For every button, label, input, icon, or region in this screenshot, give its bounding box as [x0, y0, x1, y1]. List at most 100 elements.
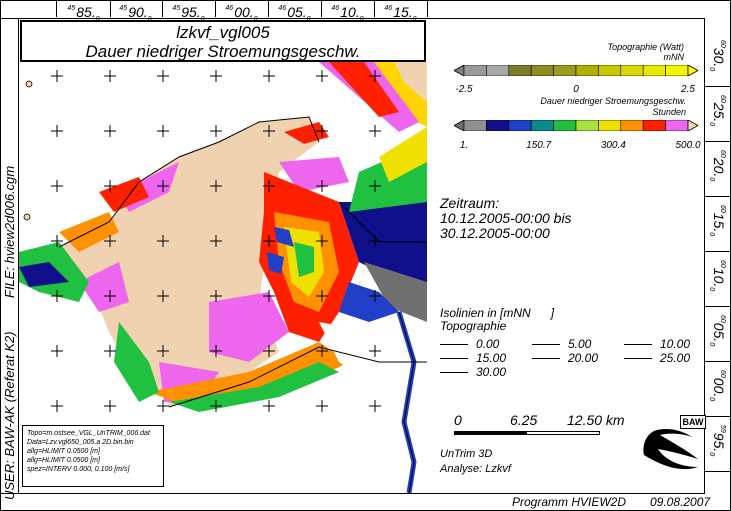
top-axis: 4585.04590.04595.04600.04605.04610.04615…: [56, 0, 431, 23]
isoline-entry: 0.00: [440, 337, 499, 351]
isoline-entry: 30.00: [440, 365, 506, 379]
isoline-entry: 10.00: [624, 337, 690, 351]
isoline-sample: [624, 358, 652, 360]
isoline-entry: 15.00: [440, 351, 506, 365]
isolines-heading: Isolinien in [mNN ]: [440, 306, 555, 320]
isoline-sample: [440, 372, 468, 374]
legend-swatch: [530, 64, 554, 77]
legend-swatch: [508, 64, 532, 77]
legend-tick-label: 150.7: [526, 140, 552, 151]
legend-swatch: [553, 119, 577, 132]
scale-tick-0: 0: [454, 412, 462, 428]
legend-arrow-left: [453, 119, 465, 132]
top-axis-label: 4610.0: [321, 0, 375, 23]
legend-swatch: [463, 119, 487, 132]
legend-swatch: [553, 64, 577, 77]
legend-duration-ticks: 1. 150.7 300.4 500.0: [454, 140, 701, 152]
legend-tick-label: 500.0: [675, 140, 701, 151]
legend-swatch: [486, 119, 510, 132]
footer-program: Programm HVIEW2D: [512, 495, 627, 509]
info-line: allg=HLIMIT 0.0500 [m]: [27, 457, 100, 464]
legend-swatch: [665, 64, 689, 77]
isoline-sample: [532, 358, 560, 360]
legend-topo-bar: [453, 63, 699, 77]
period-label: Zeitraum:: [440, 195, 500, 211]
legend-swatch: [575, 119, 599, 132]
legend-swatch: [642, 119, 666, 132]
baw-logo-text: BAW: [680, 415, 706, 429]
isoline-entry: 5.00: [532, 337, 591, 351]
legend-swatch: [598, 119, 622, 132]
right-axis-label: 6005.0: [708, 315, 727, 347]
info-line: spez=INTERV 0.000, 0.100 [m/s]: [27, 466, 130, 473]
legend-tick-label: 300.4: [600, 140, 626, 151]
user-label: USER: BAW-AK (Referat K2): [2, 331, 17, 500]
legend-tick-label: 0: [573, 84, 579, 95]
legend-swatch: [486, 64, 510, 77]
model-name: UnTrim 3D: [440, 448, 493, 460]
right-axis-label: 6025.0: [708, 95, 727, 127]
legend-tick-label: -2.5: [455, 84, 473, 95]
info-line: Data=Lzv.vgl650_005.a 2D.bin.bin: [27, 439, 134, 446]
legend-swatch: [575, 64, 599, 77]
right-axis-tick: [704, 86, 731, 87]
isoline-sample: [624, 344, 652, 346]
axis-line-bottom: [0, 493, 705, 494]
isoline-entry: 20.00: [532, 351, 598, 365]
right-axis-label: 5995.0: [708, 425, 727, 457]
info-line: Topo=m.ostsee_VGL_UnTRIM_006.dat: [27, 430, 150, 437]
legend-duration-unit: Stunden: [652, 107, 686, 117]
legend-swatch: [665, 119, 689, 132]
right-axis-label: 6015.0: [708, 205, 727, 237]
right-axis-label: 6020.0: [708, 150, 727, 182]
legend-arrow-left: [453, 64, 465, 77]
legend-arrow-right: [687, 119, 699, 132]
legend-swatch: [530, 119, 554, 132]
legend-duration-bar: [453, 118, 699, 132]
legend-tick-label: 2.5: [681, 84, 695, 95]
map-title: lzkvf_vgl005: [176, 23, 270, 42]
right-axis-tick: [704, 196, 731, 197]
right-axis-tick: [704, 416, 731, 417]
right-axis-label: 6030.0: [708, 40, 727, 72]
scale-bar: [454, 431, 600, 435]
top-axis-label: 4600.0: [215, 0, 269, 23]
right-axis-tick: [704, 361, 731, 362]
isolines-subheading: Topographie: [440, 319, 507, 333]
isoline-sample: [440, 358, 468, 360]
right-axis-tick: [704, 306, 731, 307]
legend-topo-unit: mNN: [663, 52, 685, 62]
isoline-entry: 25.00: [624, 351, 690, 365]
top-axis-label: 4595.0: [162, 0, 216, 23]
footer-date: 09.08.2007: [650, 495, 711, 509]
legend-swatch: [620, 119, 644, 132]
legend-swatch: [463, 64, 487, 77]
legend-swatch: [508, 119, 532, 132]
period-from: 10.12.2005-00:00 bis: [440, 210, 572, 226]
map-subtitle: Dauer niedriger Stroemungsgeschw.: [85, 42, 361, 61]
info-box: Topo=m.ostsee_VGL_UnTRIM_006.dat Data=Lzv…: [22, 425, 164, 487]
legend-topo-ticks: -2.5 0 2.5: [454, 84, 698, 96]
right-axis-tick: [704, 471, 731, 472]
period-to: 30.12.2005-00:00: [440, 225, 550, 241]
scale-tick-2: 12.50 km: [567, 412, 625, 428]
isoline-sample: [440, 344, 468, 346]
right-axis-label: 6000.0: [708, 370, 727, 402]
legend-tick-label: 1.: [459, 140, 469, 151]
right-axis-label: 6010.0: [708, 260, 727, 292]
right-axis-tick: [704, 141, 731, 142]
right-axis-tick: [704, 251, 731, 252]
top-axis-label: 4590.0: [109, 0, 163, 23]
isoline-sample: [532, 344, 560, 346]
scale-tick-1: 6.25: [510, 412, 538, 428]
legend-arrow-right: [687, 64, 699, 77]
top-axis-label: 4605.0: [268, 0, 322, 23]
baw-logo: BAW: [640, 415, 706, 477]
legend-swatch: [620, 64, 644, 77]
legend-topo-title: Topographie (Watt): [607, 42, 684, 52]
top-axis-label: 4585.0: [56, 0, 111, 23]
info-line: allg=HLIMIT 0.0500 [m]: [27, 448, 100, 455]
legend-swatch: [598, 64, 622, 77]
title-box: lzkvf_vgl005 Dauer niedriger Stroemungsg…: [20, 20, 426, 62]
legend-swatch: [642, 64, 666, 77]
